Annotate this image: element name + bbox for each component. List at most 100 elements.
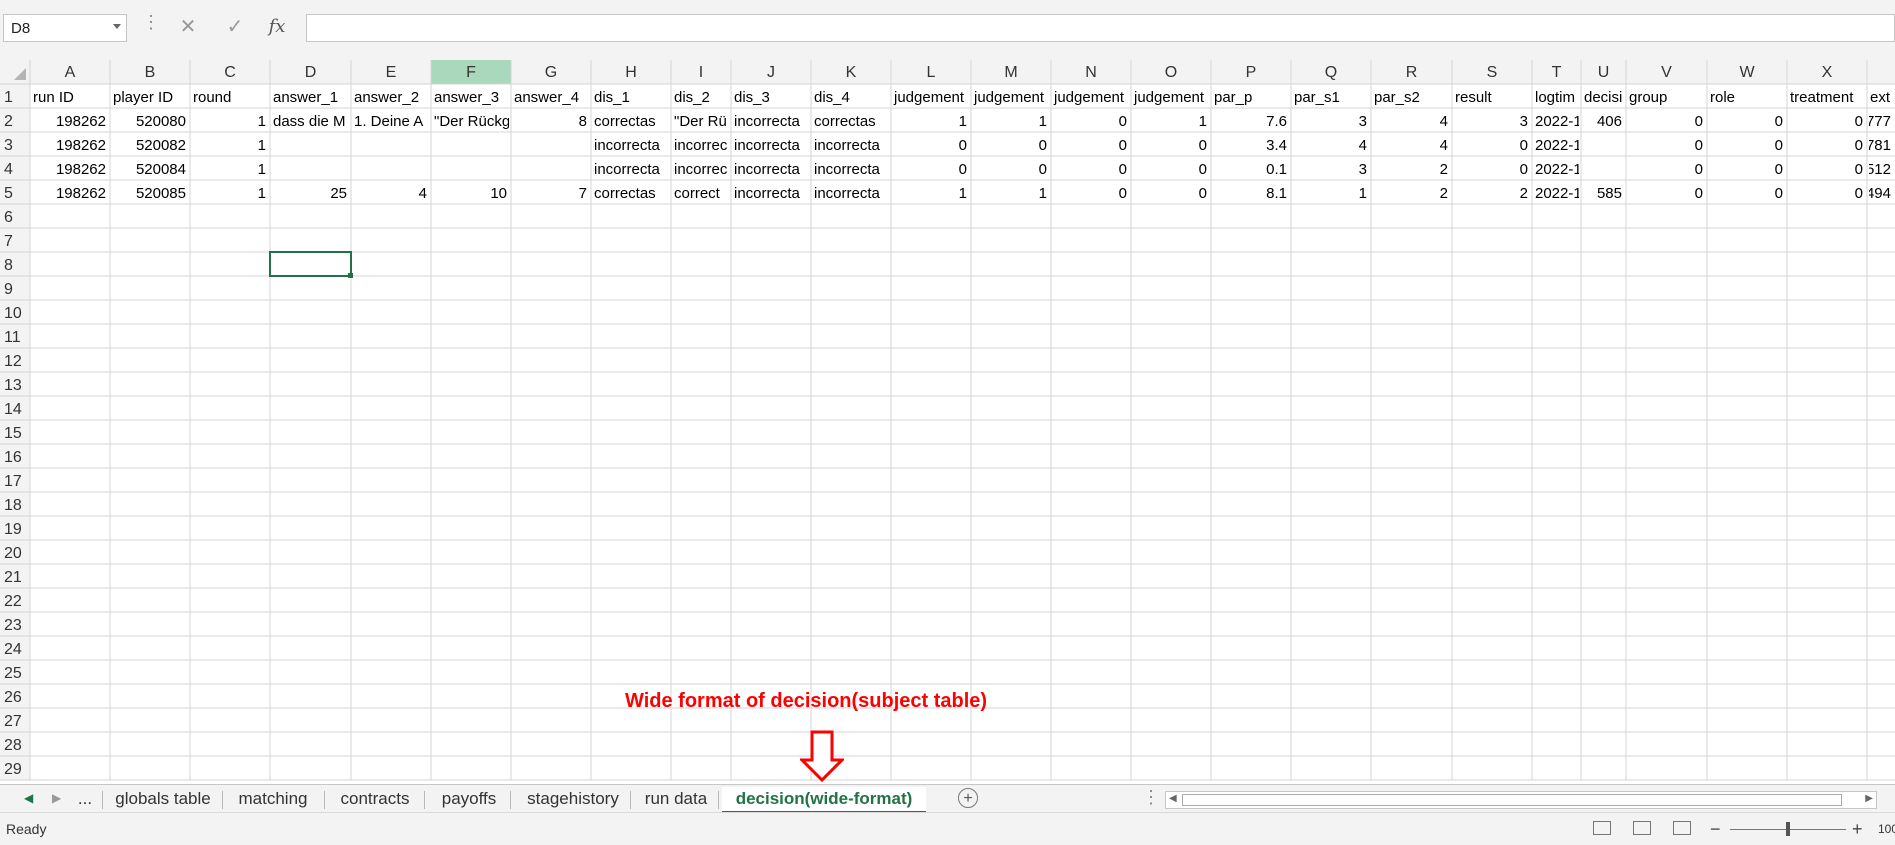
cell[interactable]: 0: [1119, 137, 1127, 154]
cell[interactable]: 8: [579, 113, 587, 130]
scroll-tabs-right-icon[interactable]: ▶: [52, 791, 61, 805]
cell[interactable]: 0: [1775, 161, 1783, 178]
tab-matching[interactable]: matching: [230, 787, 316, 811]
row-header-17[interactable]: 17: [4, 473, 22, 490]
cell[interactable]: player ID: [113, 89, 173, 106]
cell[interactable]: incorrec: [674, 137, 728, 154]
cell[interactable]: 520082: [136, 137, 186, 154]
cell[interactable]: logtim: [1535, 89, 1575, 106]
column-header-q[interactable]: Q: [1325, 64, 1337, 81]
cell[interactable]: incorrecta: [734, 113, 801, 130]
scroll-tabs-left-icon[interactable]: ◀: [24, 791, 33, 805]
row-header-21[interactable]: 21: [4, 569, 22, 586]
cell[interactable]: 3: [1359, 161, 1367, 178]
cell[interactable]: 2: [1440, 161, 1448, 178]
cell[interactable]: dis_2: [674, 89, 710, 106]
cell[interactable]: 0: [1695, 137, 1703, 154]
column-header-t[interactable]: T: [1552, 64, 1562, 81]
confirm-entry-button[interactable]: ✓: [220, 12, 250, 42]
cell[interactable]: 0: [1199, 137, 1207, 154]
row-header-12[interactable]: 12: [4, 353, 22, 370]
page-break-view-icon[interactable]: [1673, 821, 1691, 835]
row-header-23[interactable]: 23: [4, 617, 22, 634]
cell[interactable]: dis_4: [814, 89, 850, 106]
cell[interactable]: 1: [1359, 185, 1367, 202]
cell[interactable]: 3: [1359, 113, 1367, 130]
insert-function-button[interactable]: fx: [262, 12, 292, 42]
horizontal-scrollbar[interactable]: ◀ ▶: [1165, 791, 1877, 809]
column-header-d[interactable]: D: [305, 64, 317, 81]
cell[interactable]: 4: [1359, 137, 1367, 154]
cell[interactable]: incorrecta: [594, 161, 661, 178]
cell[interactable]: correctas: [594, 185, 656, 202]
row-header-29[interactable]: 29: [4, 761, 22, 778]
cell[interactable]: 7: [579, 185, 587, 202]
active-cell-border[interactable]: [269, 251, 352, 277]
cell[interactable]: 8.1: [1266, 185, 1287, 202]
cell[interactable]: 1: [258, 185, 266, 202]
column-header-n[interactable]: N: [1085, 64, 1097, 81]
cell[interactable]: result: [1455, 89, 1493, 106]
cell[interactable]: run ID: [33, 89, 74, 106]
zoom-out-button[interactable]: −: [1710, 819, 1721, 840]
cell[interactable]: 0: [1520, 161, 1528, 178]
scroll-right-icon[interactable]: ▶: [1865, 793, 1873, 804]
row-header-24[interactable]: 24: [4, 641, 22, 658]
zoom-in-button[interactable]: +: [1852, 819, 1863, 840]
cell[interactable]: 406: [1597, 113, 1622, 130]
cell[interactable]: 0: [1039, 161, 1047, 178]
cell[interactable]: 0: [959, 137, 967, 154]
column-header-w[interactable]: W: [1739, 64, 1755, 81]
formula-bar-grip-icon[interactable]: ⋮: [142, 12, 160, 33]
cell[interactable]: incorrecta: [594, 137, 661, 154]
cell[interactable]: 1: [1039, 185, 1047, 202]
row-header-8[interactable]: 8: [4, 257, 13, 274]
cell[interactable]: par_p: [1214, 89, 1252, 106]
column-header-p[interactable]: P: [1246, 64, 1257, 81]
cell[interactable]: 0: [1039, 137, 1047, 154]
tabs-splitter-icon[interactable]: ⋮: [1142, 787, 1160, 808]
column-header-o[interactable]: O: [1165, 64, 1177, 81]
cell[interactable]: 0: [1199, 185, 1207, 202]
cell[interactable]: 1: [258, 137, 266, 154]
cell[interactable]: dass die M: [273, 113, 346, 130]
cell[interactable]: 0: [1119, 185, 1127, 202]
cell[interactable]: 494: [1866, 185, 1891, 202]
cell[interactable]: answer_3: [434, 89, 499, 106]
cell[interactable]: correctas: [594, 113, 656, 130]
cell[interactable]: answer_4: [514, 89, 579, 106]
cell[interactable]: 512: [1866, 161, 1891, 178]
cell[interactable]: 2: [1440, 185, 1448, 202]
cell[interactable]: 0: [1775, 113, 1783, 130]
row-header-13[interactable]: 13: [4, 377, 22, 394]
tab-contracts[interactable]: contracts: [332, 787, 418, 811]
cell[interactable]: correctas: [814, 113, 876, 130]
cell[interactable]: 2022-12-01 0: [1535, 137, 1624, 154]
column-header-k[interactable]: K: [846, 64, 857, 81]
row-header-9[interactable]: 9: [4, 281, 13, 298]
scrollbar-thumb[interactable]: [1182, 794, 1842, 806]
cell[interactable]: 2022-12-01 0: [1535, 161, 1624, 178]
cell[interactable]: dis_3: [734, 89, 770, 106]
normal-view-icon[interactable]: [1593, 821, 1611, 835]
cell[interactable]: 0: [1119, 113, 1127, 130]
column-header-r[interactable]: R: [1406, 64, 1418, 81]
cell[interactable]: 7.6: [1266, 113, 1287, 130]
column-header-x[interactable]: X: [1822, 64, 1833, 81]
row-header-5[interactable]: 5: [4, 185, 13, 202]
cell[interactable]: 0: [1855, 113, 1863, 130]
row-header-3[interactable]: 3: [4, 137, 13, 154]
cell[interactable]: 0: [1199, 161, 1207, 178]
cell[interactable]: 0: [1695, 185, 1703, 202]
cell[interactable]: 198262: [56, 137, 106, 154]
column-header-g[interactable]: G: [545, 64, 557, 81]
row-header-7[interactable]: 7: [4, 233, 13, 250]
row-header-15[interactable]: 15: [4, 425, 22, 442]
cell[interactable]: role: [1710, 89, 1735, 106]
cell[interactable]: judgement: [1053, 89, 1125, 106]
cell[interactable]: 4: [1440, 113, 1448, 130]
cell[interactable]: 585: [1597, 185, 1622, 202]
column-header-m[interactable]: M: [1004, 64, 1017, 81]
cell[interactable]: "Der Rü: [674, 113, 727, 130]
cell[interactable]: judgement: [1133, 89, 1205, 106]
